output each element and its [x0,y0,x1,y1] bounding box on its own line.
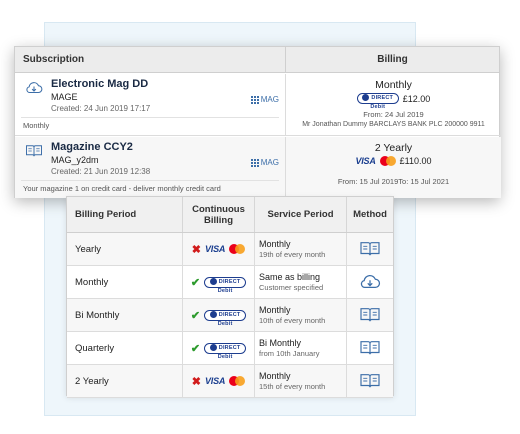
billing-frequency: 2 Yearly [374,142,413,154]
cloud-download-icon [360,274,381,289]
subscription-header: Subscription [23,54,85,65]
visa-logo-icon: VISA [355,156,376,166]
service-period-main: Monthly [259,305,291,315]
method-cell[interactable] [346,332,393,364]
billing-period-cell: Yearly [75,243,102,255]
direct-debit-logo-icon: DIRECT Debit [204,309,247,327]
service-period-main: Monthly [259,371,291,381]
billing-from: From: 15 Jul 2019To: 15 Jul 2021 [337,177,450,186]
card-header: Subscription Billing [15,47,499,73]
direct-debit-logo-icon: DIRECT Debit [204,276,247,294]
subscription-cell: Magazine CCY2 MAG_y2dm Created: 21 Jun 2… [15,137,285,198]
created-date: Created: 21 Jun 2019 12:38 [51,167,151,176]
billing-amount-row: VISA £110.00 [286,156,501,166]
visa-logo-icon: VISA [205,376,226,386]
product-tag: MAG [250,95,279,104]
open-book-icon [360,308,380,322]
grid-icon [250,95,259,104]
col-method: Method [346,197,393,232]
billing-options-table: Billing Period Continuous Billing Servic… [66,196,394,398]
open-book-icon [360,242,380,256]
table-row[interactable]: Monthly ✔ DIRECT Debit Same as billing Custo… [67,266,393,299]
service-period-cell: Monthly 10th of every month [254,299,346,331]
subscription-card: Subscription Billing Electronic Mag DD M… [14,46,501,198]
cross-icon: ✖ [191,375,201,388]
subscription-name[interactable]: Electronic Mag DD [51,78,148,90]
cross-icon: ✖ [191,243,201,256]
service-period-cell: Bi Monthly from 10th January [254,332,346,364]
continuous-billing-cell: ✖ VISA [182,365,254,397]
service-period-detail: 10th of every month [259,316,326,325]
service-period-main: Same as billing [259,272,321,282]
product-tag: MAG [250,158,279,167]
service-period-detail: Customer specified [259,283,324,292]
billing-amount-row: DIRECT Debit £12.00 [286,93,501,110]
method-cell[interactable] [346,233,393,265]
table-row[interactable]: Quarterly ✔ DIRECT Debit Bi Monthly from 10t… [67,332,393,365]
subscription-code: MAGE [51,92,78,102]
grid-icon [250,158,259,167]
divider [21,180,279,181]
billing-amount: £110.00 [399,156,432,166]
subscription-name[interactable]: Magazine CCY2 [51,141,133,153]
billing-from: From: 24 Jul 2019 [363,110,424,119]
table-row[interactable]: 2 Yearly ✖ VISA Monthly 15th of every month [67,365,393,398]
billing-period-cell: Quarterly [75,342,115,354]
continuous-billing-cell: ✔ DIRECT Debit [182,266,254,298]
open-book-icon [26,145,42,157]
divider [21,117,279,118]
service-period-cell: Same as billing Customer specified [254,266,346,298]
subscription-cell: Electronic Mag DD MAGE Created: 24 Jun 2… [15,74,285,135]
method-cell[interactable] [346,299,393,331]
table-row[interactable]: Bi Monthly ✔ DIRECT Debit Monthly 10th of ev… [67,299,393,332]
check-icon: ✔ [190,276,201,289]
service-period-main: Monthly [259,239,291,249]
subscription-note: Your magazine 1 on credit card - deliver… [23,184,221,193]
col-billing-period: Billing Period [75,209,137,220]
continuous-billing-cell: ✔ DIRECT Debit [182,332,254,364]
col-service-period: Service Period [254,197,346,232]
billing-cell: Monthly DIRECT Debit £12.00 From: 24 Jul… [285,74,501,135]
billing-amount: £12.00 [402,93,431,104]
subscription-note: Monthly [23,121,50,130]
direct-debit-logo-icon: DIRECT Debit [356,93,399,110]
visa-logo-icon: VISA [205,244,226,254]
table-header: Billing Period Continuous Billing Servic… [67,197,393,233]
mastercard-logo-icon [379,156,396,166]
billing-frequency: Monthly [375,79,412,91]
service-period-cell: Monthly 19th of every month [254,233,346,265]
created-date: Created: 24 Jun 2019 17:17 [51,104,151,113]
service-period-cell: Monthly 15th of every month [254,365,346,397]
mastercard-logo-icon [229,376,246,386]
subscription-code: MAG_y2dm [51,155,99,165]
product-tag-label: MAG [260,158,279,167]
mastercard-logo-icon [229,244,246,254]
service-period-main: Bi Monthly [259,338,302,348]
billing-header: Billing [285,47,499,72]
product-tag-label: MAG [260,95,279,104]
direct-debit-logo-icon: DIRECT Debit [204,342,247,360]
billing-period-cell: Bi Monthly [75,309,120,321]
continuous-billing-cell: ✔ DIRECT Debit [182,299,254,331]
service-period-detail: from 10th January [259,349,320,358]
billing-account: Mr Jonathan Dummy BARCLAYS BANK PLC 2000… [302,121,485,128]
billing-cell: 2 Yearly VISA £110.00 From: 15 Jul 2019T… [285,137,501,198]
billing-period-cell: 2 Yearly [75,375,109,387]
method-cell[interactable] [346,266,393,298]
method-cell[interactable] [346,365,393,397]
open-book-icon [360,341,380,355]
open-book-icon [360,374,380,388]
col-continuous-billing: Continuous Billing [182,197,254,232]
service-period-detail: 19th of every month [259,250,326,259]
subscription-row[interactable]: Magazine CCY2 MAG_y2dm Created: 21 Jun 2… [15,137,501,198]
subscription-row[interactable]: Electronic Mag DD MAGE Created: 24 Jun 2… [15,74,501,136]
table-body: Yearly ✖ VISA Monthly 19th of every month Mon… [67,233,393,398]
cloud-download-icon [26,82,43,94]
check-icon: ✔ [190,342,201,355]
check-icon: ✔ [190,309,201,322]
billing-period-cell: Monthly [75,276,109,288]
service-period-detail: 15th of every month [259,382,326,391]
table-row[interactable]: Yearly ✖ VISA Monthly 19th of every month [67,233,393,266]
continuous-billing-cell: ✖ VISA [182,233,254,265]
